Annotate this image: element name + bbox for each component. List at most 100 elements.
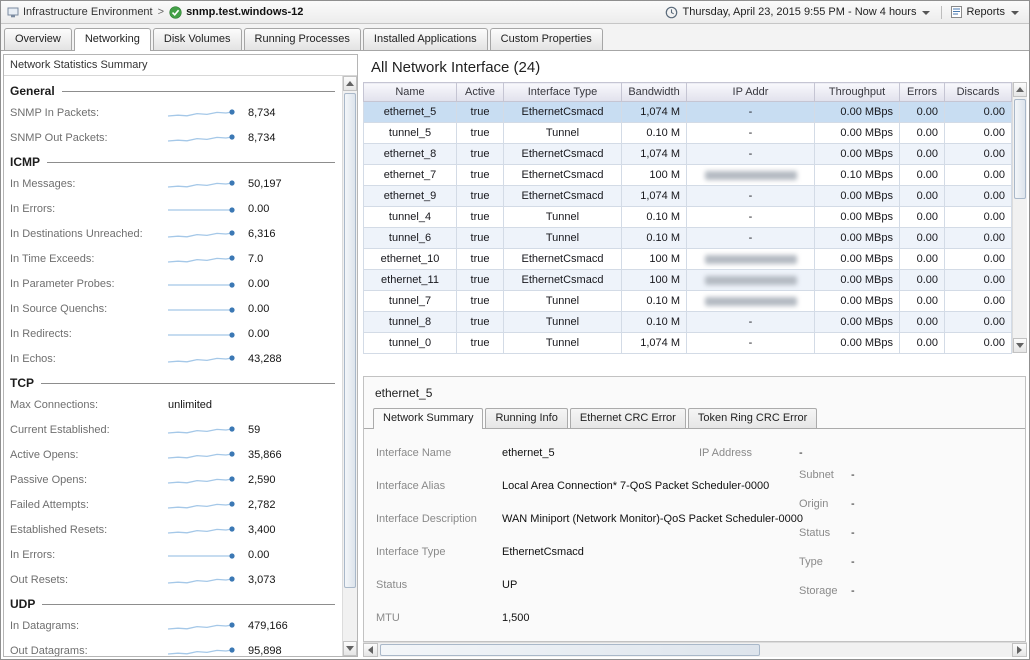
- scroll-thumb[interactable]: [344, 93, 356, 588]
- table-row-tunnel_4[interactable]: tunnel_4trueTunnel0.10 M-0.00 MBps0.000.…: [364, 207, 1012, 228]
- tab-disk-volumes[interactable]: Disk Volumes: [153, 28, 242, 50]
- cell-discards[interactable]: 0.00: [945, 186, 1012, 207]
- cell-throughput[interactable]: 0.10 MBps: [815, 165, 900, 186]
- column-header-interface-type[interactable]: Interface Type: [504, 83, 622, 102]
- cell-interface-type[interactable]: EthernetCsmacd: [504, 186, 622, 207]
- table-row-ethernet_8[interactable]: ethernet_8trueEthernetCsmacd1,074 M-0.00…: [364, 144, 1012, 165]
- cell-interface-type[interactable]: EthernetCsmacd: [504, 249, 622, 270]
- cell-interface-type[interactable]: Tunnel: [504, 312, 622, 333]
- table-row-tunnel_8[interactable]: tunnel_8trueTunnel0.10 M-0.00 MBps0.000.…: [364, 312, 1012, 333]
- cell-throughput[interactable]: 0.00 MBps: [815, 186, 900, 207]
- column-header-ip-addr[interactable]: IP Addr: [687, 83, 815, 102]
- cell-name[interactable]: tunnel_6: [364, 228, 457, 249]
- cell-interface-type[interactable]: Tunnel: [504, 228, 622, 249]
- cell-name[interactable]: tunnel_5: [364, 123, 457, 144]
- table-row-tunnel_7[interactable]: tunnel_7trueTunnel0.10 M0.00 MBps0.000.0…: [364, 291, 1012, 312]
- cell-active[interactable]: true: [457, 291, 504, 312]
- cell-throughput[interactable]: 0.00 MBps: [815, 249, 900, 270]
- cell-ip[interactable]: [687, 291, 815, 312]
- cell-throughput[interactable]: 0.00 MBps: [815, 312, 900, 333]
- column-header-throughput[interactable]: Throughput: [815, 83, 900, 102]
- cell-name[interactable]: ethernet_8: [364, 144, 457, 165]
- scroll-right-button[interactable]: [1012, 643, 1027, 657]
- scroll-track[interactable]: [343, 91, 357, 641]
- cell-errors[interactable]: 0.00: [900, 312, 945, 333]
- cell-discards[interactable]: 0.00: [945, 144, 1012, 165]
- cell-errors[interactable]: 0.00: [900, 333, 945, 354]
- cell-throughput[interactable]: 0.00 MBps: [815, 291, 900, 312]
- scroll-thumb[interactable]: [1014, 99, 1026, 199]
- cell-bandwidth[interactable]: 1,074 M: [622, 186, 687, 207]
- cell-ip[interactable]: [687, 249, 815, 270]
- cell-interface-type[interactable]: EthernetCsmacd: [504, 144, 622, 165]
- cell-name[interactable]: ethernet_9: [364, 186, 457, 207]
- cell-name[interactable]: tunnel_8: [364, 312, 457, 333]
- cell-errors[interactable]: 0.00: [900, 249, 945, 270]
- cell-name[interactable]: tunnel_0: [364, 333, 457, 354]
- cell-interface-type[interactable]: Tunnel: [504, 291, 622, 312]
- cell-active[interactable]: true: [457, 333, 504, 354]
- cell-throughput[interactable]: 0.00 MBps: [815, 102, 900, 123]
- cell-throughput[interactable]: 0.00 MBps: [815, 144, 900, 165]
- column-header-discards[interactable]: Discards: [945, 83, 1012, 102]
- cell-ip[interactable]: -: [687, 312, 815, 333]
- scroll-up-button[interactable]: [1013, 82, 1027, 97]
- cell-active[interactable]: true: [457, 312, 504, 333]
- table-row-tunnel_5[interactable]: tunnel_5trueTunnel0.10 M-0.00 MBps0.000.…: [364, 123, 1012, 144]
- cell-ip[interactable]: [687, 270, 815, 291]
- cell-throughput[interactable]: 0.00 MBps: [815, 228, 900, 249]
- tab-installed-applications[interactable]: Installed Applications: [363, 28, 488, 50]
- cell-ip[interactable]: -: [687, 144, 815, 165]
- cell-interface-type[interactable]: Tunnel: [504, 207, 622, 228]
- detail-hscrollbar[interactable]: [363, 642, 1027, 657]
- scroll-left-button[interactable]: [363, 643, 378, 657]
- cell-active[interactable]: true: [457, 102, 504, 123]
- cell-bandwidth[interactable]: 100 M: [622, 249, 687, 270]
- cell-errors[interactable]: 0.00: [900, 270, 945, 291]
- cell-bandwidth[interactable]: 0.10 M: [622, 207, 687, 228]
- cell-interface-type[interactable]: EthernetCsmacd: [504, 165, 622, 186]
- cell-throughput[interactable]: 0.00 MBps: [815, 333, 900, 354]
- cell-discards[interactable]: 0.00: [945, 228, 1012, 249]
- cell-discards[interactable]: 0.00: [945, 165, 1012, 186]
- table-row-ethernet_11[interactable]: ethernet_11trueEthernetCsmacd100 M0.00 M…: [364, 270, 1012, 291]
- tab-custom-properties[interactable]: Custom Properties: [490, 28, 603, 50]
- cell-bandwidth[interactable]: 100 M: [622, 270, 687, 291]
- table-row-tunnel_0[interactable]: tunnel_0trueTunnel1,074 M-0.00 MBps0.000…: [364, 333, 1012, 354]
- scroll-track[interactable]: [378, 643, 1012, 657]
- table-row-ethernet_9[interactable]: ethernet_9trueEthernetCsmacd1,074 M-0.00…: [364, 186, 1012, 207]
- reports-menu[interactable]: Reports: [966, 6, 1005, 18]
- cell-bandwidth[interactable]: 0.10 M: [622, 228, 687, 249]
- cell-active[interactable]: true: [457, 207, 504, 228]
- column-header-errors[interactable]: Errors: [900, 83, 945, 102]
- scroll-track[interactable]: [1013, 97, 1027, 338]
- cell-interface-type[interactable]: Tunnel: [504, 333, 622, 354]
- cell-bandwidth[interactable]: 1,074 M: [622, 144, 687, 165]
- table-row-ethernet_7[interactable]: ethernet_7trueEthernetCsmacd100 M0.10 MB…: [364, 165, 1012, 186]
- cell-throughput[interactable]: 0.00 MBps: [815, 207, 900, 228]
- cell-discards[interactable]: 0.00: [945, 207, 1012, 228]
- cell-discards[interactable]: 0.00: [945, 291, 1012, 312]
- cell-name[interactable]: tunnel_4: [364, 207, 457, 228]
- cell-errors[interactable]: 0.00: [900, 291, 945, 312]
- cell-throughput[interactable]: 0.00 MBps: [815, 270, 900, 291]
- cell-name[interactable]: ethernet_10: [364, 249, 457, 270]
- cell-ip[interactable]: -: [687, 207, 815, 228]
- cell-errors[interactable]: 0.00: [900, 123, 945, 144]
- cell-active[interactable]: true: [457, 144, 504, 165]
- cell-active[interactable]: true: [457, 123, 504, 144]
- cell-discards[interactable]: 0.00: [945, 333, 1012, 354]
- cell-ip[interactable]: -: [687, 123, 815, 144]
- detail-tab-network-summary[interactable]: Network Summary: [373, 408, 483, 429]
- cell-active[interactable]: true: [457, 249, 504, 270]
- cell-active[interactable]: true: [457, 186, 504, 207]
- column-header-name[interactable]: Name: [364, 83, 457, 102]
- cell-interface-type[interactable]: EthernetCsmacd: [504, 270, 622, 291]
- cell-ip[interactable]: [687, 165, 815, 186]
- cell-bandwidth[interactable]: 0.10 M: [622, 312, 687, 333]
- cell-interface-type[interactable]: Tunnel: [504, 123, 622, 144]
- cell-bandwidth[interactable]: 1,074 M: [622, 102, 687, 123]
- scroll-down-button[interactable]: [1013, 338, 1027, 353]
- cell-ip[interactable]: -: [687, 102, 815, 123]
- cell-name[interactable]: ethernet_7: [364, 165, 457, 186]
